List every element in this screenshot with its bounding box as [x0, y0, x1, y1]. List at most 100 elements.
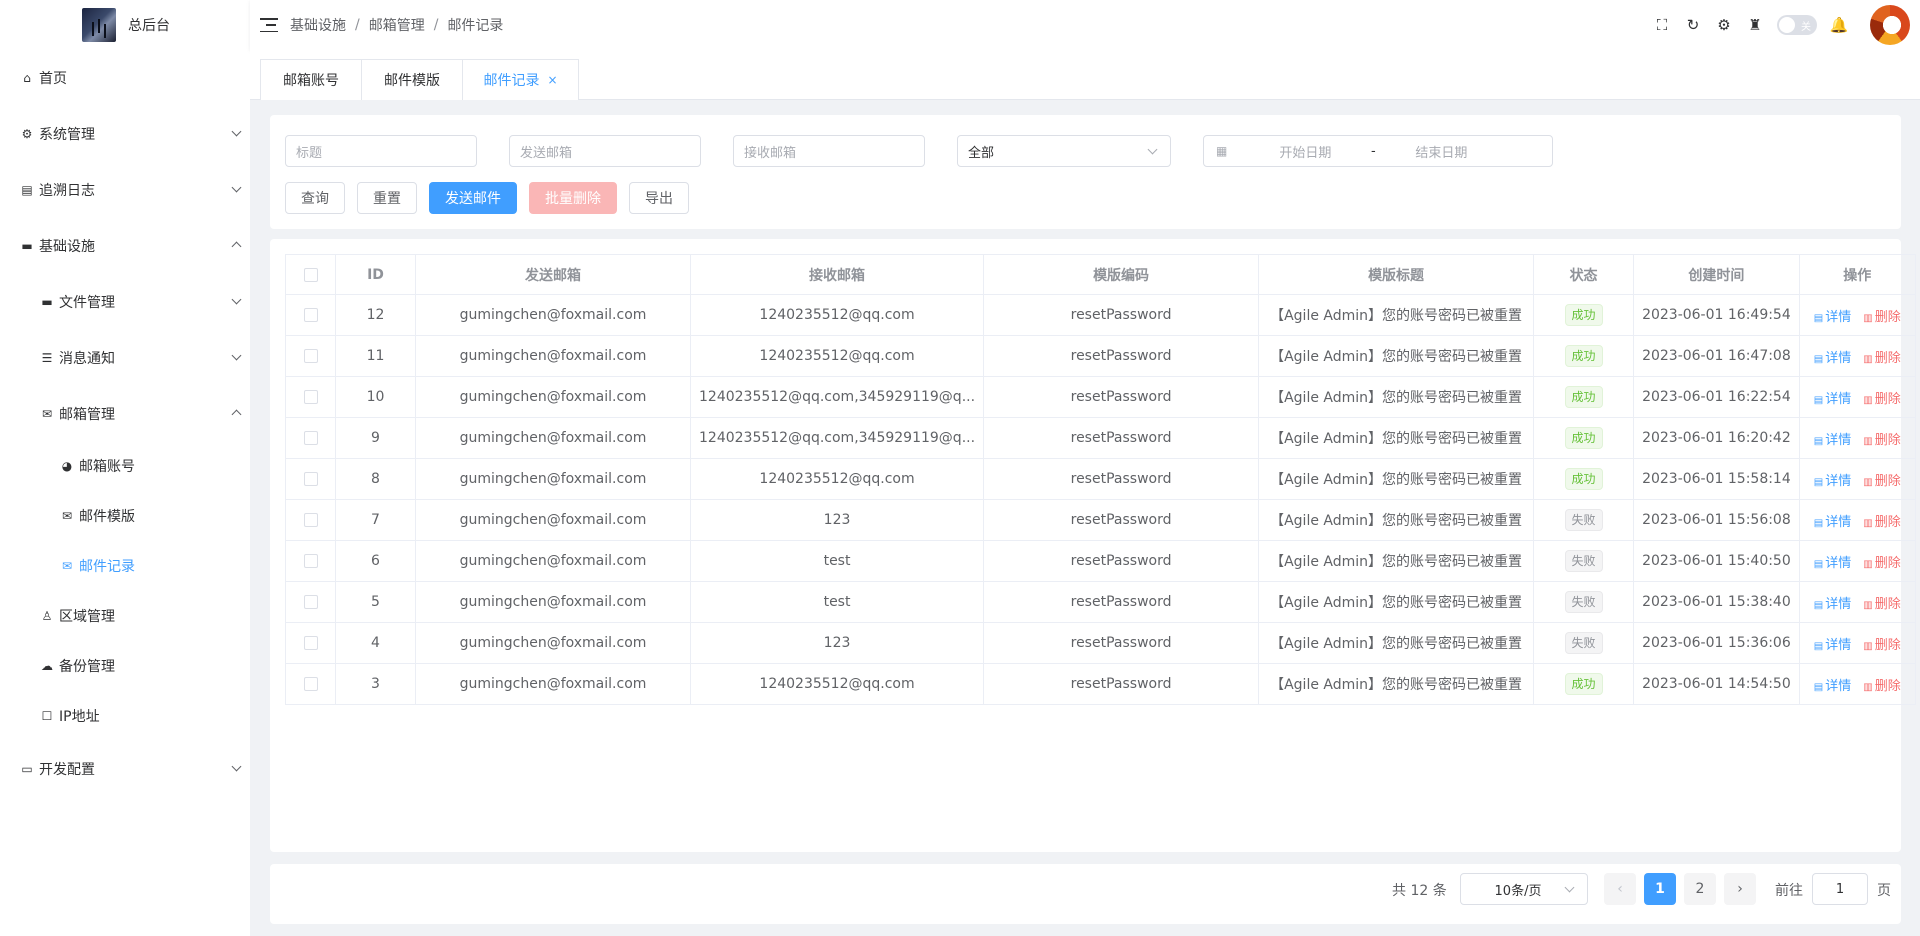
export-button[interactable]: 导出: [629, 182, 689, 214]
sidebar-item-infra[interactable]: ▬ 基础设施: [0, 226, 250, 266]
fullscreen-icon[interactable]: ⛶: [1653, 16, 1671, 34]
mail-icon: ✉: [41, 407, 53, 421]
delete-link[interactable]: ▥ 删除: [1863, 433, 1900, 448]
delete-link[interactable]: ▥ 删除: [1863, 679, 1900, 694]
table-row: 6 gumingchen@foxmail.com test resetPassword…: [285, 540, 1916, 582]
detail-link[interactable]: ▤ 详情: [1814, 597, 1851, 612]
status-cell: 成功: [1533, 335, 1635, 377]
detail-link[interactable]: ▤ 详情: [1814, 515, 1851, 530]
collapse-menu-icon[interactable]: [260, 18, 278, 32]
sidebar-item-dev[interactable]: ▭ 开发配置: [0, 749, 250, 789]
next-page-button[interactable]: ›: [1724, 873, 1756, 905]
sidebar-item-backup[interactable]: ☁ 备份管理: [0, 646, 250, 686]
delete-link[interactable]: ▥ 删除: [1863, 310, 1900, 325]
date-range-picker[interactable]: ▦ 开始日期 - 结束日期: [1203, 135, 1553, 167]
column-header: ID: [335, 254, 416, 295]
total-count: 共 12 条: [1392, 883, 1447, 899]
row-select-cell[interactable]: [285, 335, 336, 377]
row-select-cell[interactable]: [285, 417, 336, 459]
bell-icon[interactable]: 🔔: [1830, 16, 1849, 34]
select-all-checkbox[interactable]: [303, 267, 318, 282]
delete-link[interactable]: ▥ 删除: [1863, 392, 1900, 407]
gear-icon[interactable]: ⚙: [1715, 16, 1733, 34]
row-checkbox[interactable]: [303, 513, 318, 527]
row-checkbox[interactable]: [303, 390, 318, 404]
to-email-cell: 1240235512@qq.com: [689, 294, 985, 336]
to-email-input[interactable]: 接收邮箱: [733, 135, 925, 167]
breadcrumb-item[interactable]: 邮箱管理: [369, 15, 425, 35]
delete-link[interactable]: ▥ 删除: [1863, 556, 1900, 571]
prev-page-button[interactable]: ‹: [1604, 873, 1636, 905]
tab-mail-record[interactable]: 邮件记录 ×: [462, 59, 579, 100]
row-select-cell[interactable]: [285, 376, 336, 418]
sidebar-item-notify[interactable]: ☰ 消息通知: [0, 338, 250, 378]
batch-delete-button[interactable]: 批量删除: [529, 182, 617, 214]
row-checkbox[interactable]: [303, 472, 318, 486]
breadcrumb-item[interactable]: 基础设施: [290, 15, 346, 35]
delete-link[interactable]: ▥ 删除: [1863, 597, 1900, 612]
sidebar-item-mail-account[interactable]: ◕ 邮箱账号: [0, 446, 250, 486]
row-select-cell[interactable]: [285, 663, 336, 705]
sidebar-item-ip[interactable]: ☐ IP地址: [0, 696, 250, 736]
row-select-cell[interactable]: [285, 540, 336, 582]
detail-link[interactable]: ▤ 详情: [1814, 556, 1851, 571]
detail-link[interactable]: ▤ 详情: [1814, 433, 1851, 448]
to-email-cell: test: [689, 581, 985, 623]
title-input[interactable]: 标题: [285, 135, 477, 167]
column-header: 发送邮箱: [415, 254, 691, 295]
sidebar-item-mail-record[interactable]: ✉ 邮件记录: [0, 546, 250, 586]
row-select-cell[interactable]: [285, 294, 336, 336]
sidebar-item-home[interactable]: ⌂ 首页: [0, 58, 250, 98]
tab-mail-account[interactable]: 邮箱账号: [260, 59, 362, 100]
delete-link[interactable]: ▥ 删除: [1863, 474, 1900, 489]
page-button[interactable]: 1: [1644, 873, 1676, 905]
sidebar-item-region[interactable]: ♙ 区域管理: [0, 596, 250, 636]
detail-link[interactable]: ▤ 详情: [1814, 351, 1851, 366]
from-email-input[interactable]: 发送邮箱: [509, 135, 701, 167]
tab-mail-template[interactable]: 邮件模版: [361, 59, 463, 100]
sidebar-item-label: 追溯日志: [39, 183, 95, 199]
detail-link[interactable]: ▤ 详情: [1814, 474, 1851, 489]
row-select-cell[interactable]: [285, 458, 336, 500]
reset-button[interactable]: 重置: [357, 182, 417, 214]
row-select-cell[interactable]: [285, 581, 336, 623]
close-icon[interactable]: ×: [547, 73, 557, 87]
delete-link[interactable]: ▥ 删除: [1863, 638, 1900, 653]
row-checkbox[interactable]: [303, 595, 318, 609]
sidebar-item-mail[interactable]: ✉ 邮箱管理: [0, 394, 250, 434]
delete-label: 删除: [1874, 309, 1901, 325]
query-button[interactable]: 查询: [285, 182, 345, 214]
detail-link[interactable]: ▤ 详情: [1814, 310, 1851, 325]
row-checkbox[interactable]: [303, 349, 318, 363]
row-checkbox[interactable]: [303, 431, 318, 445]
from-email-cell: gumingchen@foxmail.com: [415, 663, 691, 705]
brand[interactable]: 总后台: [0, 0, 250, 50]
avatar[interactable]: [1870, 5, 1910, 45]
sidebar-item-logs[interactable]: ▤ 追溯日志: [0, 170, 250, 210]
sidebar-item-files[interactable]: ▬ 文件管理: [0, 282, 250, 322]
refresh-icon[interactable]: ↻: [1684, 16, 1702, 34]
sidebar-item-system[interactable]: ⚙ 系统管理: [0, 114, 250, 154]
row-checkbox[interactable]: [303, 677, 318, 691]
status-select[interactable]: 全部: [957, 135, 1171, 167]
delete-link[interactable]: ▥ 删除: [1863, 351, 1900, 366]
theme-toggle[interactable]: 关: [1777, 15, 1817, 35]
detail-link[interactable]: ▤ 详情: [1814, 679, 1851, 694]
send-email-button[interactable]: 发送邮件: [429, 182, 517, 214]
detail-link[interactable]: ▤ 详情: [1814, 392, 1851, 407]
sidebar-item-mail-template[interactable]: ✉ 邮件模版: [0, 496, 250, 536]
row-select-cell[interactable]: [285, 499, 336, 541]
broom-icon[interactable]: ♜: [1746, 16, 1764, 34]
row-checkbox[interactable]: [303, 554, 318, 568]
goto-page-input[interactable]: 1: [1812, 873, 1868, 905]
delete-link[interactable]: ▥ 删除: [1863, 515, 1900, 530]
row-checkbox[interactable]: [303, 636, 318, 650]
created-time-cell: 2023-06-01 15:38:40: [1633, 581, 1800, 623]
row-checkbox[interactable]: [303, 308, 318, 322]
page-button[interactable]: 2: [1684, 873, 1716, 905]
detail-link[interactable]: ▤ 详情: [1814, 638, 1851, 653]
row-select-cell[interactable]: [285, 622, 336, 664]
page-size-select[interactable]: 10条/页: [1460, 873, 1588, 905]
template-code-cell: resetPassword: [983, 294, 1260, 336]
select-all-cell[interactable]: [285, 254, 336, 295]
